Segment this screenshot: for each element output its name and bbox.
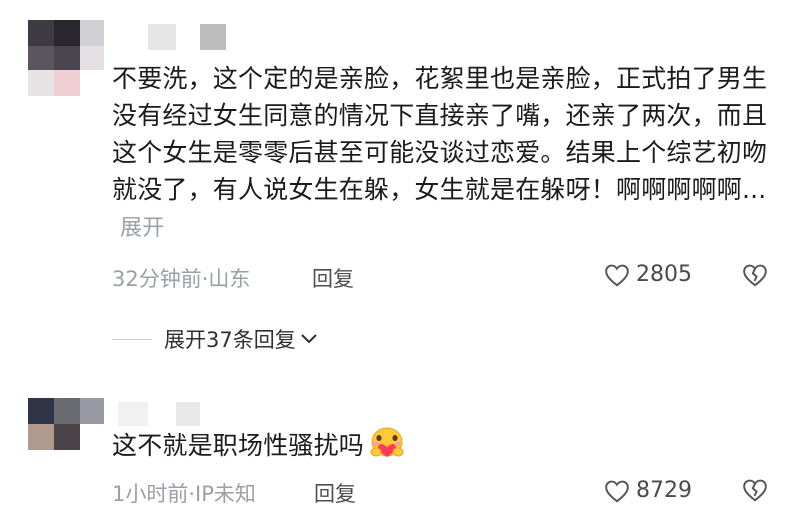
comment-body: 不要洗，这个定的是亲脸，花絮里也是亲脸，正式拍了男生没有经过女生同意的情况下直接…	[112, 64, 768, 204]
comment-time-location: 1小时前·IP未知	[112, 482, 256, 506]
hugging-face-with-heart-icon	[368, 426, 406, 470]
expand-comment-button[interactable]: 展开	[120, 216, 164, 241]
like-count: 2805	[636, 262, 692, 287]
dislike-button[interactable]	[742, 263, 768, 291]
heart-outline-icon	[605, 480, 629, 503]
avatar[interactable]	[28, 398, 104, 474]
like-count: 8729	[636, 478, 692, 503]
broken-heart-icon	[743, 479, 767, 502]
heart-outline-icon	[605, 264, 629, 287]
expand-replies-button[interactable]: 展开37条回复	[112, 324, 318, 354]
comment-text: 这不就是职场性骚扰吗	[112, 426, 772, 470]
comment-body: 这不就是职场性骚扰吗	[112, 431, 365, 460]
broken-heart-icon	[743, 264, 767, 287]
divider	[112, 338, 152, 340]
comment-time-location: 32分钟前·山东	[112, 267, 251, 291]
like-button[interactable]: 8729	[604, 478, 692, 503]
avatar[interactable]	[28, 20, 104, 96]
expand-replies-label: 展开37条回复	[164, 328, 296, 352]
reply-button[interactable]: 回复	[314, 478, 356, 508]
chevron-down-icon	[301, 334, 317, 344]
reply-button[interactable]: 回复	[312, 263, 354, 293]
like-button[interactable]: 2805	[604, 262, 692, 287]
dislike-button[interactable]	[742, 478, 768, 506]
comment-text: 不要洗，这个定的是亲脸，花絮里也是亲脸，正式拍了男生没有经过女生同意的情况下直接…	[112, 60, 772, 247]
